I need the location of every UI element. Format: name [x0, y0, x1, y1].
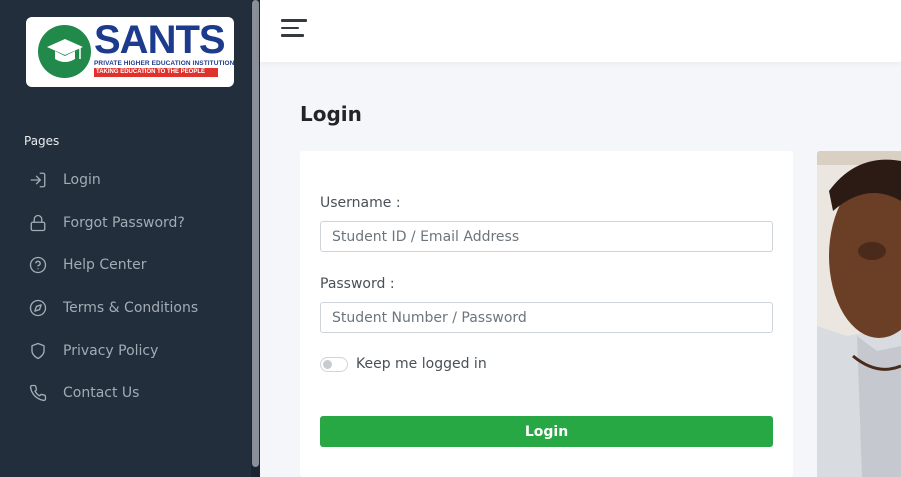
sidebar-item-contact-us[interactable]: Contact Us: [28, 381, 139, 405]
sants-logo[interactable]: SANTS PRIVATE HIGHER EDUCATION INSTITUTI…: [26, 17, 234, 87]
sidebar-item-privacy-policy[interactable]: Privacy Policy: [28, 339, 158, 363]
remember-me-label[interactable]: Keep me logged in: [356, 356, 487, 372]
logo-subtitle: PRIVATE HIGHER EDUCATION INSTITUTION: [94, 60, 235, 67]
top-navbar: [260, 0, 901, 62]
help-circle-icon: [28, 255, 48, 275]
phone-icon: [28, 383, 48, 403]
graduation-cap-icon: [38, 25, 91, 78]
password-label: Password :: [320, 276, 395, 292]
scrollbar-thumb[interactable]: [252, 0, 259, 467]
sidebar-scrollbar[interactable]: [251, 0, 260, 477]
sidebar-section-label: Pages: [24, 134, 60, 148]
lock-icon: [28, 213, 48, 233]
sidebar-item-label: Contact Us: [63, 385, 140, 401]
compass-icon: [28, 298, 48, 318]
password-input[interactable]: [320, 302, 773, 333]
sidebar-item-forgot-password[interactable]: Forgot Password?: [28, 211, 185, 235]
remember-me-toggle[interactable]: [320, 357, 348, 372]
log-in-icon: [28, 170, 48, 190]
sidebar-item-help-center[interactable]: Help Center: [28, 253, 147, 277]
logo-tagline: TAKING EDUCATION TO THE PEOPLE: [94, 68, 218, 77]
sidebar-item-login[interactable]: Login: [28, 168, 101, 192]
page-title: Login: [300, 102, 362, 126]
sidebar-item-label: Login: [63, 172, 101, 188]
sidebar-item-label: Forgot Password?: [63, 215, 185, 231]
logo-wordmark: SANTS: [94, 18, 226, 62]
sidebar-item-label: Privacy Policy: [63, 343, 159, 359]
login-button[interactable]: Login: [320, 416, 773, 447]
sidebar: SANTS PRIVATE HIGHER EDUCATION INSTITUTI…: [0, 0, 260, 477]
sidebar-item-label: Help Center: [63, 257, 147, 273]
username-label: Username :: [320, 195, 401, 211]
student-photo: [817, 151, 901, 477]
username-input[interactable]: [320, 221, 773, 252]
sidebar-item-terms[interactable]: Terms & Conditions: [28, 296, 198, 320]
login-card: Username : Password : Keep me logged in …: [300, 151, 793, 477]
toggle-knob: [323, 360, 332, 369]
menu-toggle-icon[interactable]: [281, 19, 307, 39]
sidebar-item-label: Terms & Conditions: [63, 300, 199, 316]
shield-icon: [28, 341, 48, 361]
